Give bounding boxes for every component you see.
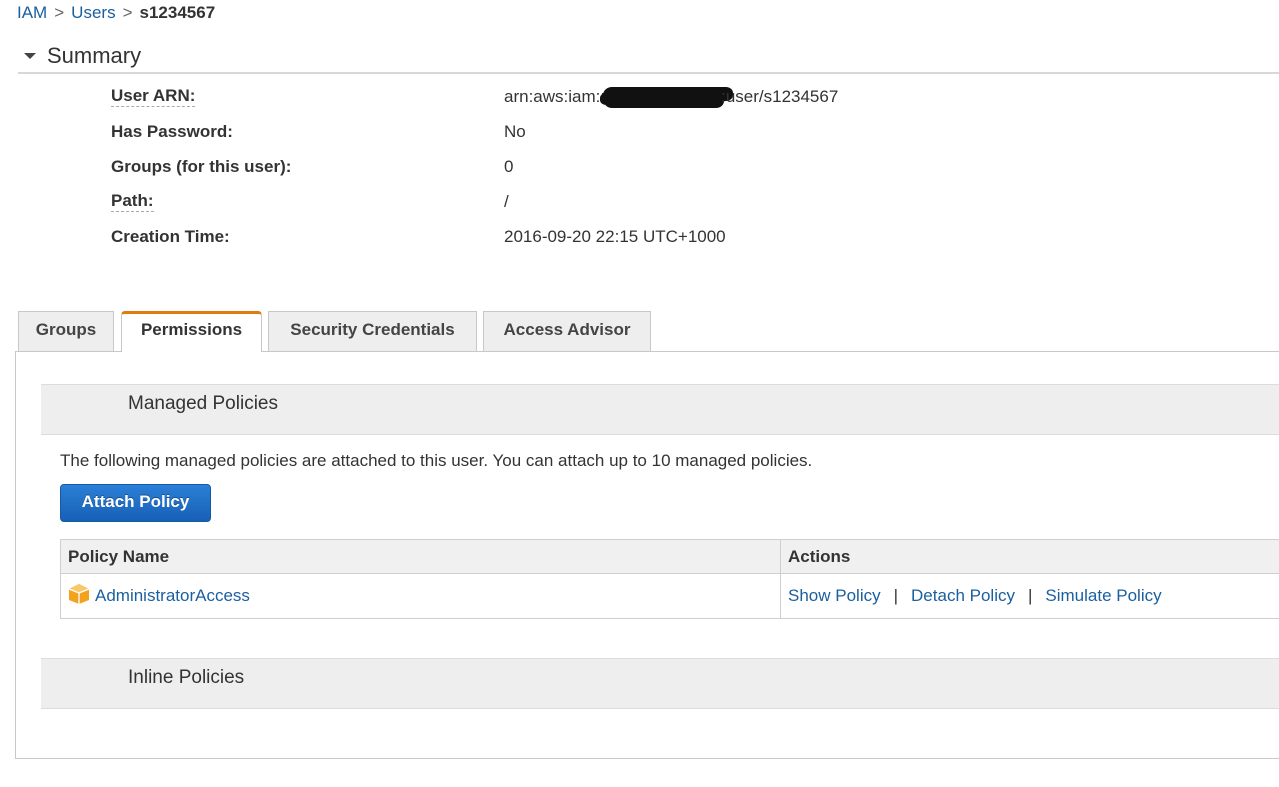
- user-arn-suffix: :user/s1234567: [721, 87, 839, 106]
- breadcrumb-current: s1234567: [139, 3, 216, 22]
- managed-policies-header[interactable]: Managed Policies: [41, 384, 1279, 435]
- column-actions: Actions: [780, 539, 1279, 574]
- permissions-panel: Managed Policies The following managed p…: [15, 351, 1279, 759]
- user-arn-label: User ARN:: [111, 86, 196, 107]
- tab-access-advisor[interactable]: Access Advisor: [483, 311, 651, 351]
- groups-value: 0: [504, 157, 514, 176]
- user-arn-value: arn:aws:iam:::user/s1234567: [504, 86, 838, 108]
- policy-actions-cell: Show Policy | Detach Policy | Simulate Polic…: [780, 573, 1279, 619]
- policy-link-administratoraccess[interactable]: AdministratorAccess: [95, 585, 250, 604]
- breadcrumb-users[interactable]: Users: [71, 3, 115, 22]
- summary-row-creation-time: Creation Time: 2016-09-20 22:15 UTC+1000: [111, 226, 1211, 248]
- policy-name-cell: AdministratorAccess: [60, 573, 781, 619]
- managed-policies-description: The following managed policies are attac…: [60, 451, 813, 470]
- summary-row-groups: Groups (for this user): 0: [111, 156, 1211, 178]
- creation-time-value: 2016-09-20 22:15 UTC+1000: [504, 227, 726, 246]
- groups-label: Groups (for this user):: [111, 157, 292, 176]
- breadcrumb-separator: >: [54, 3, 65, 22]
- tab-security-credentials[interactable]: Security Credentials: [268, 311, 477, 351]
- summary-row-has-password: Has Password: No: [111, 121, 1211, 143]
- path-value: /: [504, 192, 509, 211]
- simulate-policy-link[interactable]: Simulate Policy: [1045, 586, 1161, 605]
- attach-policy-button[interactable]: Attach Policy: [60, 484, 211, 522]
- tab-permissions[interactable]: Permissions: [121, 311, 262, 352]
- action-separator: |: [1027, 586, 1033, 605]
- inline-policies-title: Inline Policies: [128, 667, 245, 688]
- managed-policies-title: Managed Policies: [128, 393, 278, 414]
- action-separator: |: [893, 586, 899, 605]
- column-policy-name: Policy Name: [60, 539, 781, 574]
- policies-table: Policy Name Actions AdministratorAccess …: [60, 539, 1279, 619]
- tab-groups[interactable]: Groups: [18, 311, 114, 351]
- summary-row-path: Path: /: [111, 191, 1211, 213]
- show-policy-link[interactable]: Show Policy: [788, 586, 881, 605]
- table-header-row: Policy Name Actions: [60, 539, 1279, 574]
- path-label: Path:: [111, 191, 154, 212]
- creation-time-label: Creation Time:: [111, 227, 230, 246]
- summary-header[interactable]: Summary: [18, 40, 1279, 74]
- redaction-scribble: [603, 86, 726, 105]
- breadcrumb-iam[interactable]: IAM: [17, 3, 47, 22]
- table-row: AdministratorAccess Show Policy | Detach P…: [60, 573, 1279, 619]
- aws-managed-policy-icon: [68, 583, 90, 610]
- has-password-label: Has Password:: [111, 122, 233, 141]
- has-password-value: No: [504, 122, 526, 141]
- breadcrumb-separator: >: [122, 3, 133, 22]
- summary-row-user-arn: User ARN: arn:aws:iam:::user/s1234567: [111, 86, 1211, 108]
- detach-policy-link[interactable]: Detach Policy: [911, 586, 1015, 605]
- caret-down-icon[interactable]: [24, 53, 36, 59]
- summary-title: Summary: [47, 43, 142, 68]
- inline-policies-header[interactable]: Inline Policies: [41, 658, 1279, 709]
- user-arn-prefix: arn:aws:iam::: [504, 87, 606, 106]
- breadcrumb: IAM > Users > s1234567: [17, 3, 215, 23]
